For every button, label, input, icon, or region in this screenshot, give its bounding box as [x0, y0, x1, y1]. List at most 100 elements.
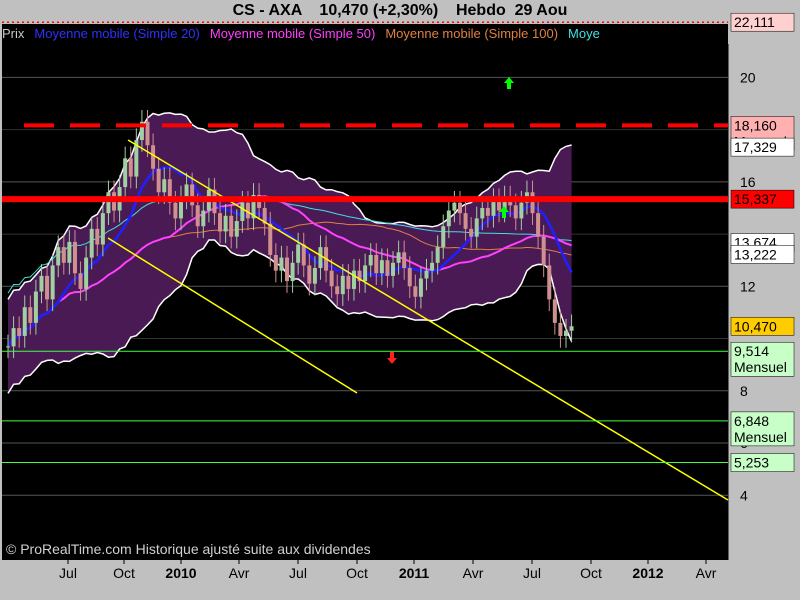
candle-body [162, 179, 167, 193]
candle-body [290, 262, 295, 282]
candle-body [351, 270, 356, 289]
candle-body [335, 286, 340, 295]
candle-body [329, 270, 334, 287]
candle-body [474, 218, 479, 237]
level-value: 9,514 [734, 343, 769, 359]
candle-body [285, 257, 289, 282]
candle-body [45, 275, 50, 300]
indicator-value: 17,329 [734, 139, 777, 155]
candle-body [530, 192, 535, 214]
candle-body [407, 268, 412, 287]
candle-body [418, 278, 423, 297]
candle-body [218, 213, 223, 232]
level-value: 15,337 [734, 191, 777, 207]
indicator-value: 13,222 [734, 246, 777, 262]
chart-window: CS - AXA 10,470 (+2,30%) Hebdo 29 Aou Pr… [0, 0, 800, 600]
x-tick-label: Avr [696, 565, 717, 581]
x-tick-label: Jul [59, 565, 77, 581]
copyright-text: © ProRealTime.com Historique ajusté suit… [6, 541, 371, 557]
candle-body [391, 262, 396, 276]
candle-body [156, 168, 161, 193]
candle-body [402, 252, 407, 269]
candle-body [485, 207, 490, 216]
candle-body [234, 221, 239, 237]
y-tick-label: 12 [740, 278, 756, 294]
level-timeframe: Mensuel [734, 359, 787, 375]
candle-body [279, 257, 284, 271]
candle-body [564, 330, 568, 336]
candle-body [67, 241, 72, 263]
candle-body [446, 210, 451, 227]
candle-body [128, 158, 133, 177]
candle-body [569, 326, 574, 331]
level-value: 6,848 [734, 413, 769, 429]
candle-body [558, 322, 563, 336]
candle-body [374, 254, 379, 274]
candle-body [469, 228, 474, 237]
price-chart[interactable]: 468121620JulOct2010AvrJulOct2011AvrJulOc… [0, 0, 800, 600]
last-price-value: 10,470 [734, 318, 777, 334]
x-tick-label: Jul [289, 565, 307, 581]
candle-body [463, 213, 468, 229]
candle-body [435, 247, 440, 263]
candle-body [50, 265, 55, 300]
candle-body [318, 247, 323, 269]
candle-body [28, 307, 33, 323]
candle-body [11, 328, 16, 347]
level-value: 18,160 [734, 117, 777, 133]
candle-body [385, 260, 390, 276]
candle-body [519, 202, 524, 219]
candle-body [201, 210, 206, 227]
candle-body [452, 202, 457, 211]
level-timeframe: Mensuel [734, 429, 787, 445]
y-tick-label: 20 [740, 69, 756, 85]
candle-body [363, 265, 368, 282]
candle-body [145, 121, 150, 146]
y-tick-label: 8 [740, 383, 748, 399]
candle-body [95, 228, 100, 245]
x-tick-label: Oct [113, 565, 135, 581]
candle-body [223, 215, 228, 232]
candle-body [78, 273, 83, 289]
candle-body [457, 202, 462, 214]
candle-body [61, 247, 66, 263]
x-tick-label: Avr [229, 565, 250, 581]
candle-body [33, 291, 38, 323]
x-tick-label: Oct [580, 565, 602, 581]
candle-body [22, 307, 27, 336]
candle-body [536, 213, 541, 237]
candle-body [100, 213, 105, 245]
x-tick-label: Jul [523, 565, 541, 581]
candle-body [190, 184, 195, 206]
candle-body [39, 275, 44, 292]
candle-body [301, 244, 306, 266]
x-tick-label: 2010 [165, 565, 196, 581]
candle-body [547, 265, 552, 300]
candle-body [430, 262, 435, 271]
candle-body [173, 202, 178, 219]
candle-body [513, 205, 518, 219]
candle-body [56, 247, 61, 266]
y-tick-label: 16 [740, 174, 756, 190]
candle-body [368, 254, 373, 266]
candle-body [441, 226, 446, 248]
candle-body [340, 275, 345, 295]
candle-body [195, 205, 200, 227]
candle-body [273, 254, 278, 271]
candle-body [184, 184, 189, 198]
candle-body [491, 200, 496, 216]
candle-body [84, 257, 89, 289]
candle-body [229, 215, 234, 237]
candle-body [240, 202, 245, 222]
candle-body [296, 244, 301, 263]
candle-body [6, 346, 10, 348]
candle-body [346, 275, 351, 289]
candle-body [396, 252, 401, 263]
candle-body [312, 268, 317, 284]
candle-body [17, 328, 22, 336]
candle-body [541, 236, 546, 266]
x-tick-label: 2012 [632, 565, 663, 581]
candle-body [151, 145, 156, 169]
level-value: 22,111 [734, 14, 775, 30]
level-value: 5,253 [734, 455, 769, 471]
